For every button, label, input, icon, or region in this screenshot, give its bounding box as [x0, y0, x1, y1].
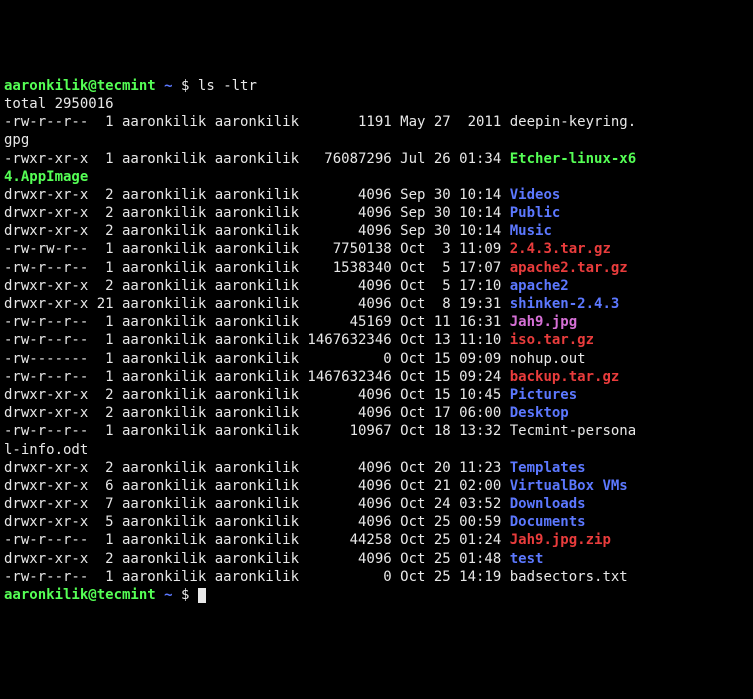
ls-row: -rw-r--r-- 1 aaronkilik aaronkilik 14676… [4, 331, 749, 349]
prompt-cwd: ~ [164, 587, 172, 603]
ls-filename: Templates [510, 460, 586, 476]
ls-filename: Public [510, 205, 561, 221]
ls-filename: Videos [510, 187, 561, 203]
ls-meta: drwxr-xr-x 5 aaronkilik aaronkilik 4096 … [4, 514, 510, 530]
ls-filename: backup.tar.gz [510, 369, 620, 385]
ls-filename: Music [510, 223, 552, 239]
ls-row: -rwxr-xr-x 1 aaronkilik aaronkilik 76087… [4, 150, 749, 168]
ls-row: drwxr-xr-x 6 aaronkilik aaronkilik 4096 … [4, 477, 749, 495]
ls-filename: nohup.out [510, 351, 586, 367]
ls-filename: VirtualBox VMs [510, 478, 628, 494]
ls-row: drwxr-xr-x 2 aaronkilik aaronkilik 4096 … [4, 277, 749, 295]
ls-row: drwxr-xr-x 21 aaronkilik aaronkilik 4096… [4, 295, 749, 313]
ls-row: drwxr-xr-x 2 aaronkilik aaronkilik 4096 … [4, 204, 749, 222]
ls-meta: -rwxr-xr-x 1 aaronkilik aaronkilik 76087… [4, 151, 510, 167]
prompt-sigil: $ [181, 78, 189, 94]
ls-meta: -rw------- 1 aaronkilik aaronkilik 0 Oct… [4, 351, 510, 367]
prompt-cwd: ~ [164, 78, 172, 94]
ls-row: drwxr-xr-x 7 aaronkilik aaronkilik 4096 … [4, 495, 749, 513]
ls-row: -rw-r--r-- 1 aaronkilik aaronkilik 10967… [4, 422, 749, 440]
ls-filename: Jah9.jpg.zip [510, 532, 611, 548]
ls-meta: drwxr-xr-x 21 aaronkilik aaronkilik 4096… [4, 296, 510, 312]
prompt-line[interactable]: aaronkilik@tecmint ~ $ [4, 586, 749, 604]
ls-row: drwxr-xr-x 2 aaronkilik aaronkilik 4096 … [4, 222, 749, 240]
ls-meta: -rw-r--r-- 1 aaronkilik aaronkilik 14676… [4, 369, 510, 385]
ls-filename: Etcher-linux-x6 [510, 151, 636, 167]
ls-filename: Jah9.jpg [510, 314, 577, 330]
ls-meta: -rw-r--r-- 1 aaronkilik aaronkilik 14676… [4, 332, 510, 348]
ls-row: -rw-r--r-- 1 aaronkilik aaronkilik 45169… [4, 313, 749, 331]
ls-row: -rw-rw-r-- 1 aaronkilik aaronkilik 77501… [4, 240, 749, 258]
ls-row: drwxr-xr-x 2 aaronkilik aaronkilik 4096 … [4, 550, 749, 568]
command-text: ls -ltr [198, 78, 257, 94]
ls-filename: apache2.tar.gz [510, 260, 628, 276]
ls-meta: drwxr-xr-x 7 aaronkilik aaronkilik 4096 … [4, 496, 510, 512]
ls-filename: Pictures [510, 387, 577, 403]
ls-row-wrap: l-info.odt [4, 441, 749, 459]
ls-row: -rw-r--r-- 1 aaronkilik aaronkilik 14676… [4, 368, 749, 386]
terminal[interactable]: aaronkilik@tecmint ~ $ ls -ltrtotal 2950… [4, 77, 749, 604]
ls-row: -rw-r--r-- 1 aaronkilik aaronkilik 44258… [4, 531, 749, 549]
ls-filename: apache2 [510, 278, 569, 294]
ls-meta: drwxr-xr-x 2 aaronkilik aaronkilik 4096 … [4, 187, 510, 203]
ls-meta: -rw-r--r-- 1 aaronkilik aaronkilik 10967… [4, 423, 510, 439]
ls-row: drwxr-xr-x 2 aaronkilik aaronkilik 4096 … [4, 386, 749, 404]
cursor-icon [198, 588, 206, 603]
ls-meta: drwxr-xr-x 6 aaronkilik aaronkilik 4096 … [4, 478, 510, 494]
ls-meta: -rw-r--r-- 1 aaronkilik aaronkilik 15383… [4, 260, 510, 276]
ls-meta: -rw-r--r-- 1 aaronkilik aaronkilik 1191 … [4, 114, 510, 130]
ls-row: -rw-r--r-- 1 aaronkilik aaronkilik 0 Oct… [4, 568, 749, 586]
ls-filename-wrap: 4.AppImage [4, 169, 88, 185]
ls-meta: -rw-rw-r-- 1 aaronkilik aaronkilik 77501… [4, 241, 510, 257]
ls-row: drwxr-xr-x 2 aaronkilik aaronkilik 4096 … [4, 404, 749, 422]
ls-row-wrap: 4.AppImage [4, 168, 749, 186]
ls-filename: iso.tar.gz [510, 332, 594, 348]
prompt-user-host: aaronkilik@tecmint [4, 587, 156, 603]
ls-filename: test [510, 551, 544, 567]
ls-filename: Desktop [510, 405, 569, 421]
ls-meta: drwxr-xr-x 2 aaronkilik aaronkilik 4096 … [4, 205, 510, 221]
ls-filename: Tecmint-persona [510, 423, 636, 439]
ls-meta: drwxr-xr-x 2 aaronkilik aaronkilik 4096 … [4, 551, 510, 567]
ls-row: drwxr-xr-x 5 aaronkilik aaronkilik 4096 … [4, 513, 749, 531]
ls-filename: shinken-2.4.3 [510, 296, 620, 312]
ls-meta: -rw-r--r-- 1 aaronkilik aaronkilik 44258… [4, 532, 510, 548]
ls-row-wrap: gpg [4, 131, 749, 149]
ls-meta: drwxr-xr-x 2 aaronkilik aaronkilik 4096 … [4, 278, 510, 294]
ls-row: -rw-r--r-- 1 aaronkilik aaronkilik 1191 … [4, 113, 749, 131]
ls-meta: drwxr-xr-x 2 aaronkilik aaronkilik 4096 … [4, 405, 510, 421]
ls-meta: drwxr-xr-x 2 aaronkilik aaronkilik 4096 … [4, 460, 510, 476]
prompt-sigil: $ [181, 587, 189, 603]
ls-row: drwxr-xr-x 2 aaronkilik aaronkilik 4096 … [4, 186, 749, 204]
total-line: total 2950016 [4, 95, 749, 113]
ls-meta: drwxr-xr-x 2 aaronkilik aaronkilik 4096 … [4, 223, 510, 239]
command-line: aaronkilik@tecmint ~ $ ls -ltr [4, 77, 749, 95]
prompt-user-host: aaronkilik@tecmint [4, 78, 156, 94]
ls-filename-wrap: gpg [4, 132, 29, 148]
ls-row: -rw------- 1 aaronkilik aaronkilik 0 Oct… [4, 350, 749, 368]
ls-filename: Documents [510, 514, 586, 530]
ls-filename: deepin-keyring. [510, 114, 636, 130]
ls-meta: -rw-r--r-- 1 aaronkilik aaronkilik 45169… [4, 314, 510, 330]
ls-filename: Downloads [510, 496, 586, 512]
ls-row: -rw-r--r-- 1 aaronkilik aaronkilik 15383… [4, 259, 749, 277]
ls-row: drwxr-xr-x 2 aaronkilik aaronkilik 4096 … [4, 459, 749, 477]
ls-filename: 2.4.3.tar.gz [510, 241, 611, 257]
ls-filename: badsectors.txt [510, 569, 628, 585]
ls-filename-wrap: l-info.odt [4, 442, 88, 458]
ls-meta: drwxr-xr-x 2 aaronkilik aaronkilik 4096 … [4, 387, 510, 403]
ls-meta: -rw-r--r-- 1 aaronkilik aaronkilik 0 Oct… [4, 569, 510, 585]
